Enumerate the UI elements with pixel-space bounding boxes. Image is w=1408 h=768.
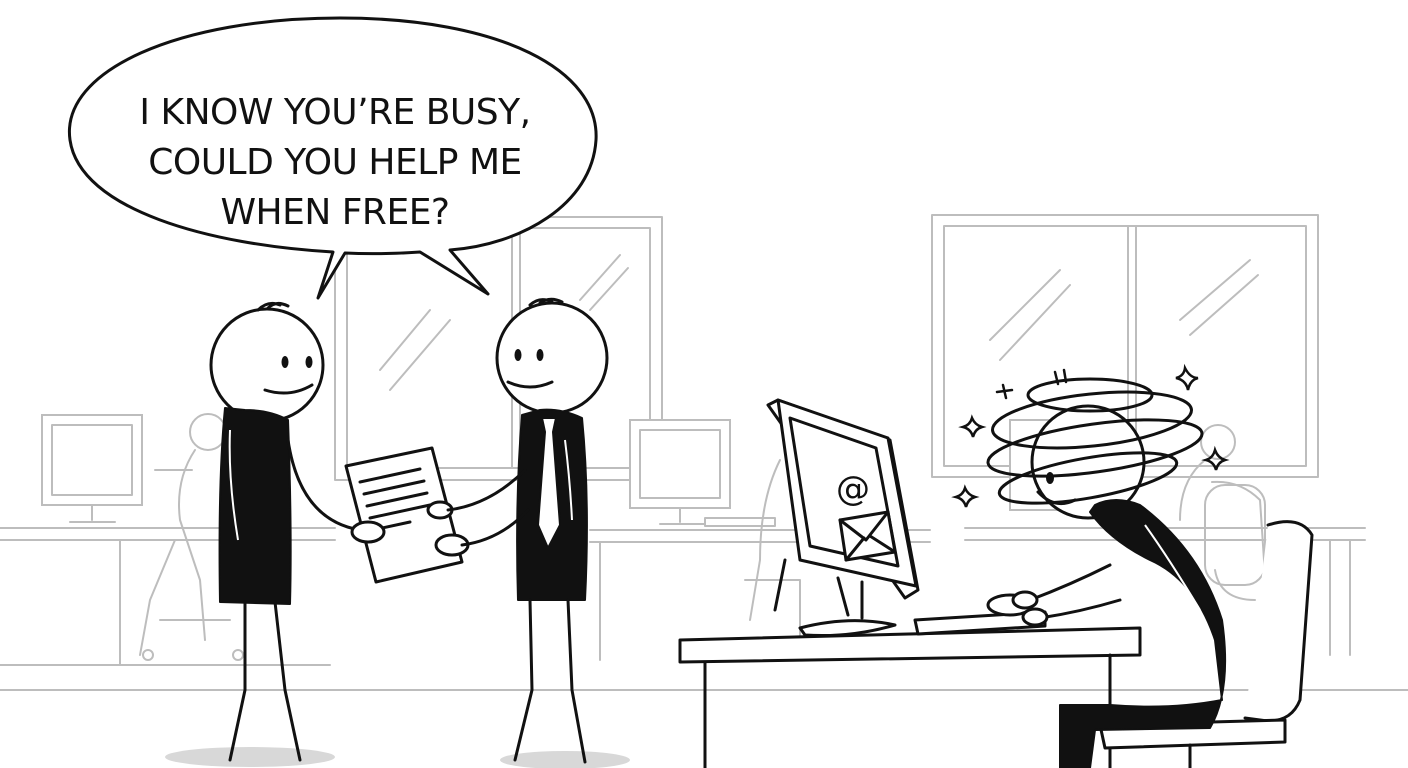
hand-left: [350, 520, 386, 544]
at-symbol-icon: @: [836, 469, 870, 509]
comic-scene: .bg { stroke: #bdbdbd; stroke-width: 2; …: [0, 0, 1408, 768]
speech-bubble-text: I KNOW YOU’RE BUSY, COULD YOU HELP ME WH…: [95, 88, 575, 238]
envelope-icon: [838, 510, 897, 562]
computer-monitor: @: [766, 398, 920, 638]
speech-line-2: COULD YOU HELP ME: [148, 142, 522, 183]
speech-line-1: I KNOW YOU’RE BUSY,: [139, 92, 531, 133]
speech-line-3: WHEN FREE?: [220, 192, 450, 233]
person-coworker: [446, 297, 630, 768]
person-requester: [165, 301, 374, 767]
